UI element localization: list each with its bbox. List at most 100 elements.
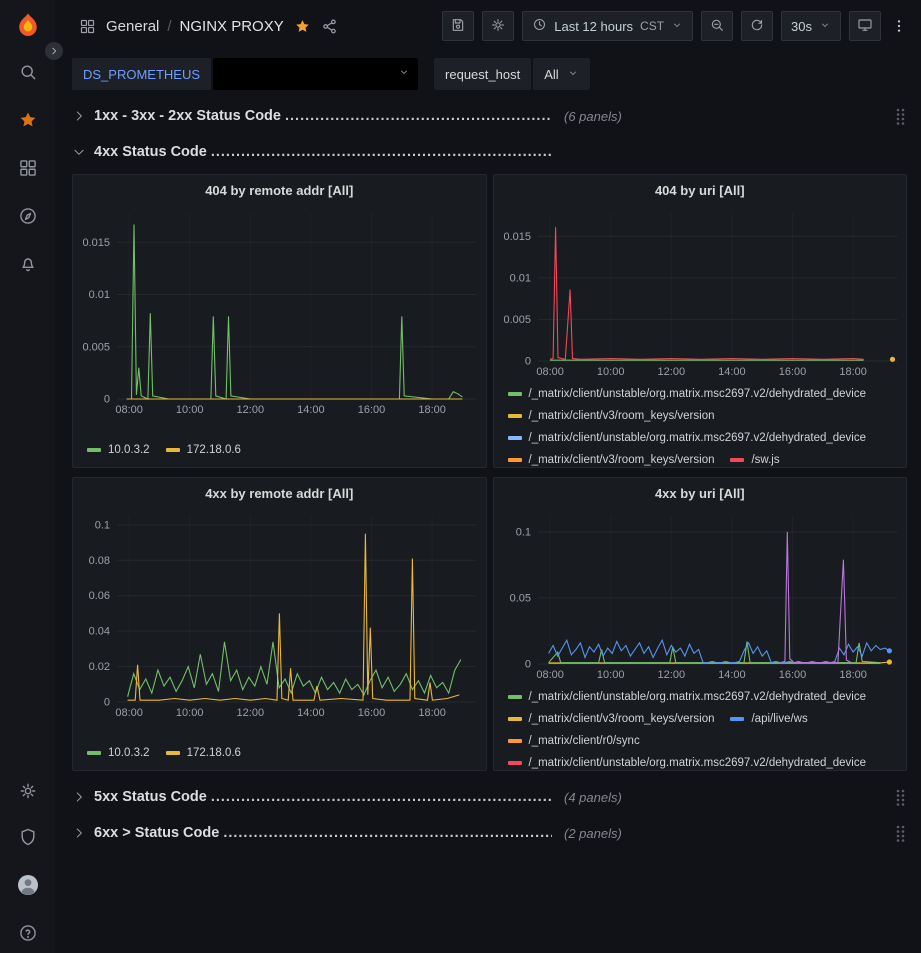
- dashboard-settings-button[interactable]: [482, 11, 514, 41]
- save-dashboard-button[interactable]: [442, 11, 474, 41]
- legend-item[interactable]: /_matrix/client/r0/sync: [508, 730, 640, 752]
- legend-item[interactable]: 10.0.3.2: [87, 742, 150, 764]
- legend-item[interactable]: /_matrix/client/v3/room_keys/version: [508, 405, 715, 427]
- avatar[interactable]: [16, 873, 40, 897]
- legend-color-swatch: [508, 436, 522, 440]
- row-title: 5xx Status Code: [94, 789, 207, 805]
- monitor-icon: [857, 17, 873, 36]
- row-drag-handle[interactable]: [895, 788, 907, 806]
- panel-4xx-by-uri: 4xx by uri [All] 00.050.108:0010:0012:00…: [493, 477, 908, 771]
- search-icon[interactable]: [18, 62, 38, 82]
- datasource-select[interactable]: [213, 58, 418, 90]
- chevron-down-icon: [819, 19, 831, 34]
- svg-text:12:00: 12:00: [657, 366, 685, 378]
- kebab-menu-icon[interactable]: [889, 17, 909, 35]
- row-5xx-status-code[interactable]: 5xx Status Code ........................…: [72, 783, 907, 811]
- chevron-down-icon: [72, 145, 94, 159]
- svg-text:0.1: 0.1: [95, 519, 110, 531]
- row-title-group: 5xx Status Code ........................…: [94, 789, 552, 805]
- legend-item[interactable]: /_matrix/client/unstable/org.matrix.msc2…: [508, 383, 867, 405]
- svg-text:18:00: 18:00: [418, 404, 446, 416]
- legend-item[interactable]: /sw.js: [730, 449, 779, 467]
- row-panel-count: (4 panels): [564, 790, 622, 805]
- request-host-value: All: [544, 67, 558, 82]
- dashboard-toolbar: Last 12 hours CST 30s: [442, 11, 909, 41]
- explore-icon[interactable]: [18, 206, 38, 226]
- timeseries-chart[interactable]: 00.020.040.060.080.108:0010:0012:0014:00…: [73, 508, 486, 720]
- svg-text:0: 0: [104, 697, 110, 709]
- svg-text:18:00: 18:00: [418, 707, 446, 719]
- gear-icon[interactable]: [18, 781, 38, 801]
- alerting-icon[interactable]: [18, 254, 38, 274]
- timeseries-chart[interactable]: 00.0050.010.01508:0010:0012:0014:0016:00…: [494, 205, 907, 379]
- svg-text:0: 0: [524, 356, 530, 368]
- chart-legend: 10.0.3.2 172.18.0.6: [73, 435, 486, 467]
- legend-item[interactable]: 172.18.0.6: [166, 439, 241, 461]
- legend-color-swatch: [508, 414, 522, 418]
- favorite-star-icon[interactable]: [294, 18, 311, 35]
- svg-text:08:00: 08:00: [536, 366, 564, 378]
- svg-text:10:00: 10:00: [176, 404, 204, 416]
- panel-title[interactable]: 4xx by uri [All]: [494, 478, 907, 508]
- legend-item[interactable]: 10.0.3.2: [87, 439, 150, 461]
- dashboard-title[interactable]: NGINX PROXY: [180, 18, 284, 35]
- help-icon[interactable]: [18, 923, 38, 943]
- row-drag-handle[interactable]: [895, 107, 907, 125]
- svg-text:0.08: 0.08: [89, 555, 110, 567]
- legend-color-swatch: [508, 717, 522, 721]
- legend-item[interactable]: /_matrix/client/unstable/org.matrix.msc2…: [508, 686, 867, 708]
- row-title: 4xx Status Code: [94, 144, 207, 160]
- svg-text:0.005: 0.005: [503, 314, 531, 326]
- panel-title[interactable]: 4xx by remote addr [All]: [73, 478, 486, 508]
- grafana-logo[interactable]: [13, 11, 43, 46]
- legend-item[interactable]: /_matrix/client/unstable/org.matrix.msc2…: [508, 427, 867, 449]
- time-range-picker[interactable]: Last 12 hours CST: [522, 11, 693, 41]
- chevron-down-icon: [398, 65, 410, 83]
- legend-color-swatch: [508, 761, 522, 765]
- legend-item[interactable]: /api/live/ws: [730, 708, 807, 730]
- legend-color-swatch: [87, 448, 101, 452]
- zoom-out-button[interactable]: [701, 11, 733, 41]
- legend-item[interactable]: /_matrix/client/v3/room_keys/version: [508, 708, 715, 730]
- grafana-app: General / NGINX PROXY Last 12 hours CST: [0, 0, 921, 953]
- chart-legend: 10.0.3.2 172.18.0.6: [73, 738, 486, 770]
- legend-item[interactable]: /_matrix/client/v3/room_keys/version: [508, 449, 715, 467]
- svg-text:14:00: 14:00: [297, 404, 325, 416]
- clock-icon: [532, 17, 547, 35]
- timeseries-chart[interactable]: 00.050.108:0010:0012:0014:0016:0018:00: [494, 508, 907, 682]
- refresh-button[interactable]: [741, 11, 773, 41]
- legend-label: 172.18.0.6: [187, 742, 241, 764]
- starred-icon[interactable]: [18, 110, 38, 130]
- row-title-dots: ........................................…: [285, 108, 552, 124]
- svg-text:10:00: 10:00: [596, 366, 624, 378]
- row-drag-handle[interactable]: [895, 824, 907, 842]
- svg-text:16:00: 16:00: [358, 707, 386, 719]
- refresh-interval-picker[interactable]: 30s: [781, 11, 841, 41]
- panel-title[interactable]: 404 by uri [All]: [494, 175, 907, 205]
- sidebar-expand-toggle[interactable]: [45, 42, 63, 60]
- row-1xx-3xx-2xx-status-code[interactable]: 1xx - 3xx - 2xx Status Code ............…: [72, 102, 907, 130]
- svg-text:0.02: 0.02: [89, 661, 110, 673]
- chevron-right-icon: [72, 109, 94, 123]
- row-4xx-status-code[interactable]: 4xx Status Code ........................…: [72, 138, 907, 166]
- request-host-select[interactable]: All: [533, 58, 589, 90]
- svg-text:14:00: 14:00: [718, 366, 746, 378]
- chevron-down-icon: [671, 19, 683, 34]
- legend-label: /_matrix/client/v3/room_keys/version: [529, 708, 715, 730]
- breadcrumb-general[interactable]: General: [106, 18, 159, 35]
- svg-text:08:00: 08:00: [115, 707, 143, 719]
- tv-mode-button[interactable]: [849, 11, 881, 41]
- legend-label: /_matrix/client/unstable/org.matrix.msc2…: [529, 427, 867, 449]
- svg-text:16:00: 16:00: [358, 404, 386, 416]
- shield-icon[interactable]: [18, 827, 38, 847]
- legend-item[interactable]: 172.18.0.6: [166, 742, 241, 764]
- share-icon[interactable]: [321, 18, 338, 35]
- dashboards-icon[interactable]: [18, 158, 38, 178]
- legend-label: /_matrix/client/v3/room_keys/version: [529, 405, 715, 427]
- legend-item[interactable]: /_matrix/client/unstable/org.matrix.msc2…: [508, 752, 867, 770]
- request-host-variable: request_host All: [434, 58, 590, 90]
- timeseries-chart[interactable]: 00.0050.010.01508:0010:0012:0014:0016:00…: [73, 205, 486, 417]
- row-6xx-status-code[interactable]: 6xx > Status Code ......................…: [72, 819, 907, 847]
- settings-icon: [490, 17, 506, 36]
- panel-title[interactable]: 404 by remote addr [All]: [73, 175, 486, 205]
